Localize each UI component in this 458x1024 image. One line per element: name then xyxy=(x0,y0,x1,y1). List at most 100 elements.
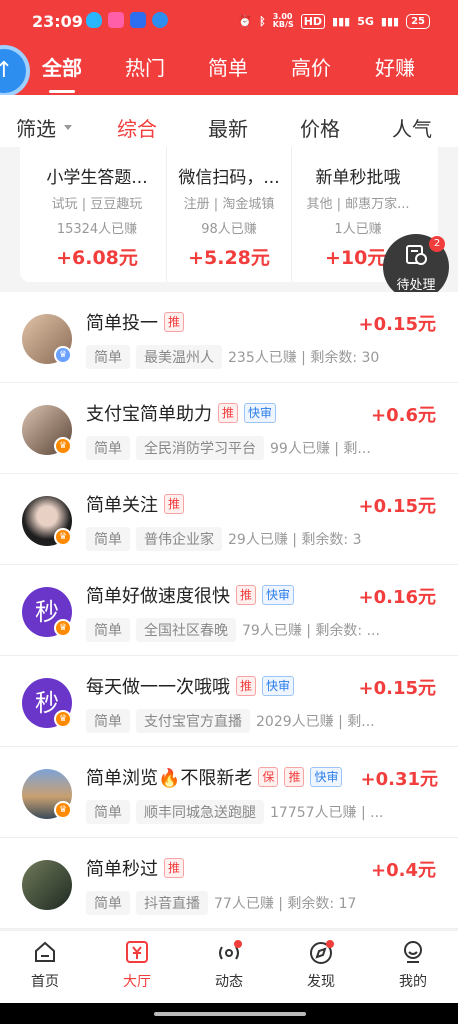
task-meta: 简单 支付宝官方直播 2029人已赚 | 剩... xyxy=(86,709,444,733)
pending-button[interactable]: 2 待处理 xyxy=(383,234,449,300)
tab-high-price[interactable]: 高价 xyxy=(281,52,341,81)
card-count: 1人已赚 xyxy=(334,222,382,237)
nav-home[interactable]: 首页 xyxy=(10,939,80,991)
hall-icon xyxy=(126,941,148,963)
category-chip: 简单 xyxy=(86,709,130,733)
tab-all[interactable]: 全部 xyxy=(32,52,92,81)
category-chip: 简单 xyxy=(86,345,130,369)
tag-fast-review: 快审 xyxy=(262,676,295,696)
signal-5g: 5G xyxy=(357,14,374,28)
tag-fast-review: 快审 xyxy=(262,585,295,605)
battery-icon: 25 xyxy=(406,13,430,29)
task-reward: +0.15元 xyxy=(358,314,437,335)
crown-icon: ♛ xyxy=(54,528,72,546)
list-item[interactable]: 秒 ♛ 每天做一一次哦哦 推 快审 +0.15元 简单 支付宝官方直播 2029… xyxy=(0,656,458,747)
status-right: ⏰ ᛒ 3.00 KB/S HD ▮▮▮ 5G ▮▮▮ 25 xyxy=(238,13,430,29)
bottom-nav: 首页 大厅 动态 发现 我的 xyxy=(0,930,458,1003)
task-title-text: 简单好做速度很快 xyxy=(86,586,230,607)
task-stats: 77人已赚 | 剩余数: 17 xyxy=(214,896,357,912)
user-badge-icon: ♛ xyxy=(54,346,72,364)
featured-card[interactable]: 微信扫码，... 注册 | 淘金城镇 98人已赚 +5.28元 xyxy=(166,147,292,282)
tag-recommend: 推 xyxy=(164,312,185,332)
task-reward: +0.31元 xyxy=(360,769,439,790)
tag-guarantee: 保 xyxy=(258,767,279,787)
filter-button[interactable]: 筛选 xyxy=(16,113,72,142)
crown-icon: ♛ xyxy=(54,437,72,455)
net-speed: 3.00 KB/S xyxy=(272,12,294,29)
shop-chip: 抖音直播 xyxy=(136,891,208,915)
browser-icon xyxy=(152,12,168,28)
sort-popularity[interactable]: 人气 xyxy=(382,113,442,142)
task-title-text: 简单投一 xyxy=(86,313,158,334)
task-meta: 简单 普伟企业家 29人已赚 | 剩余数: 3 xyxy=(86,527,444,551)
task-stats: 79人已赚 | 剩余数: ... xyxy=(242,623,380,639)
crown-icon: ♛ xyxy=(54,619,72,637)
nav-activity[interactable]: 动态 xyxy=(194,939,264,991)
task-stats: 99人已赚 | 剩... xyxy=(270,441,371,457)
pending-badge: 2 xyxy=(429,236,445,252)
card-title: 微信扫码，... xyxy=(178,168,280,188)
list-item[interactable]: 简单秒过 推 +0.4元 简单 抖音直播 77人已赚 | 剩余数: 17 xyxy=(0,838,458,929)
tab-indicator xyxy=(49,90,75,93)
app-store-icon xyxy=(130,12,146,28)
nav-label: 我的 xyxy=(399,974,427,990)
avatar xyxy=(22,860,72,910)
list-item[interactable]: ♛ 简单投一 推 +0.15元 简单 最美温州人 235人已赚 | 剩余数: 3… xyxy=(0,292,458,383)
task-reward: +0.15元 xyxy=(358,496,437,517)
tag-recommend: 推 xyxy=(236,585,257,605)
pending-icon xyxy=(406,245,427,265)
nav-profile[interactable]: 我的 xyxy=(378,939,448,991)
list-item[interactable]: ♛ 简单关注 推 +0.15元 简单 普伟企业家 29人已赚 | 剩余数: 3 xyxy=(0,474,458,565)
list-item[interactable]: ♛ 支付宝简单助力 推 快审 +0.6元 简单 全民消防学习平台 99人已赚 |… xyxy=(0,383,458,474)
card-title: 小学生答题... xyxy=(46,168,148,188)
task-reward: +0.6元 xyxy=(371,405,436,426)
category-chip: 简单 xyxy=(86,800,130,824)
task-title: 每天做一一次哦哦 推 快审 xyxy=(86,673,295,699)
home-indicator[interactable] xyxy=(154,1012,306,1016)
list-item[interactable]: ♛ 简单浏览🔥不限新老 保 推 快审 +0.31元 简单 顺丰同城急送跑腿 17… xyxy=(0,747,458,838)
filter-bar: 筛选 综合 最新 价格 人气 xyxy=(0,95,458,147)
divider xyxy=(291,147,292,282)
chevron-down-icon xyxy=(64,125,72,130)
category-tabs: 全部 热门 简单 高价 好赚 xyxy=(0,40,458,95)
task-title: 简单投一 推 xyxy=(86,309,185,335)
category-chip: 简单 xyxy=(86,436,130,460)
task-title: 简单好做速度很快 推 快审 xyxy=(86,582,295,608)
category-chip: 简单 xyxy=(86,618,130,642)
shop-chip: 顺丰同城急送跑腿 xyxy=(136,800,264,824)
sort-comprehensive[interactable]: 综合 xyxy=(107,113,167,142)
nav-label: 大厅 xyxy=(123,974,151,990)
shop-chip: 支付宝官方直播 xyxy=(136,709,250,733)
task-title: 简单关注 推 xyxy=(86,491,185,517)
shop-chip: 普伟企业家 xyxy=(136,527,222,551)
task-meta: 简单 最美温州人 235人已赚 | 剩余数: 30 xyxy=(86,345,444,369)
task-title-text: 简单浏览🔥不限新老 xyxy=(86,768,253,789)
tag-recommend: 推 xyxy=(236,676,257,696)
task-meta: 简单 顺丰同城急送跑腿 17757人已赚 | ... xyxy=(86,800,444,824)
category-chip: 简单 xyxy=(86,527,130,551)
tab-simple[interactable]: 简单 xyxy=(198,52,258,81)
featured-cards: 小学生答题... 试玩 | 豆豆趣玩 15324人已赚 +6.08元 微信扫码，… xyxy=(20,147,438,282)
tag-recommend: 推 xyxy=(164,494,185,514)
featured-card[interactable]: 小学生答题... 试玩 | 豆豆趣玩 15324人已赚 +6.08元 xyxy=(34,147,160,282)
nav-hall[interactable]: 大厅 xyxy=(102,939,172,991)
activity-icon xyxy=(219,940,242,960)
task-stats: 29人已赚 | 剩余数: 3 xyxy=(228,532,362,548)
task-title: 简单秒过 推 xyxy=(86,855,185,881)
sort-price[interactable]: 价格 xyxy=(290,113,350,142)
sort-latest[interactable]: 最新 xyxy=(198,113,258,142)
tab-hot[interactable]: 热门 xyxy=(115,52,175,81)
tag-fast-review: 快审 xyxy=(244,403,277,423)
tab-good-earn[interactable]: 好赚 xyxy=(365,52,425,81)
task-title-text: 简单秒过 xyxy=(86,859,158,880)
nav-discover[interactable]: 发现 xyxy=(286,939,356,991)
profile-icon xyxy=(404,941,422,963)
shop-chip: 全国社区春晚 xyxy=(136,618,236,642)
signal-icon-2: ▮▮▮ xyxy=(380,14,400,28)
task-list: ♛ 简单投一 推 +0.15元 简单 最美温州人 235人已赚 | 剩余数: 3… xyxy=(0,292,458,929)
list-item[interactable]: 秒 ♛ 简单好做速度很快 推 快审 +0.16元 简单 全国社区春晚 79人已赚… xyxy=(0,565,458,656)
card-sub: 试玩 | 豆豆趣玩 xyxy=(51,197,143,212)
task-title: 简单浏览🔥不限新老 保 推 快审 xyxy=(86,764,343,790)
task-title-text: 简单关注 xyxy=(86,495,158,516)
discover-icon xyxy=(310,940,334,964)
